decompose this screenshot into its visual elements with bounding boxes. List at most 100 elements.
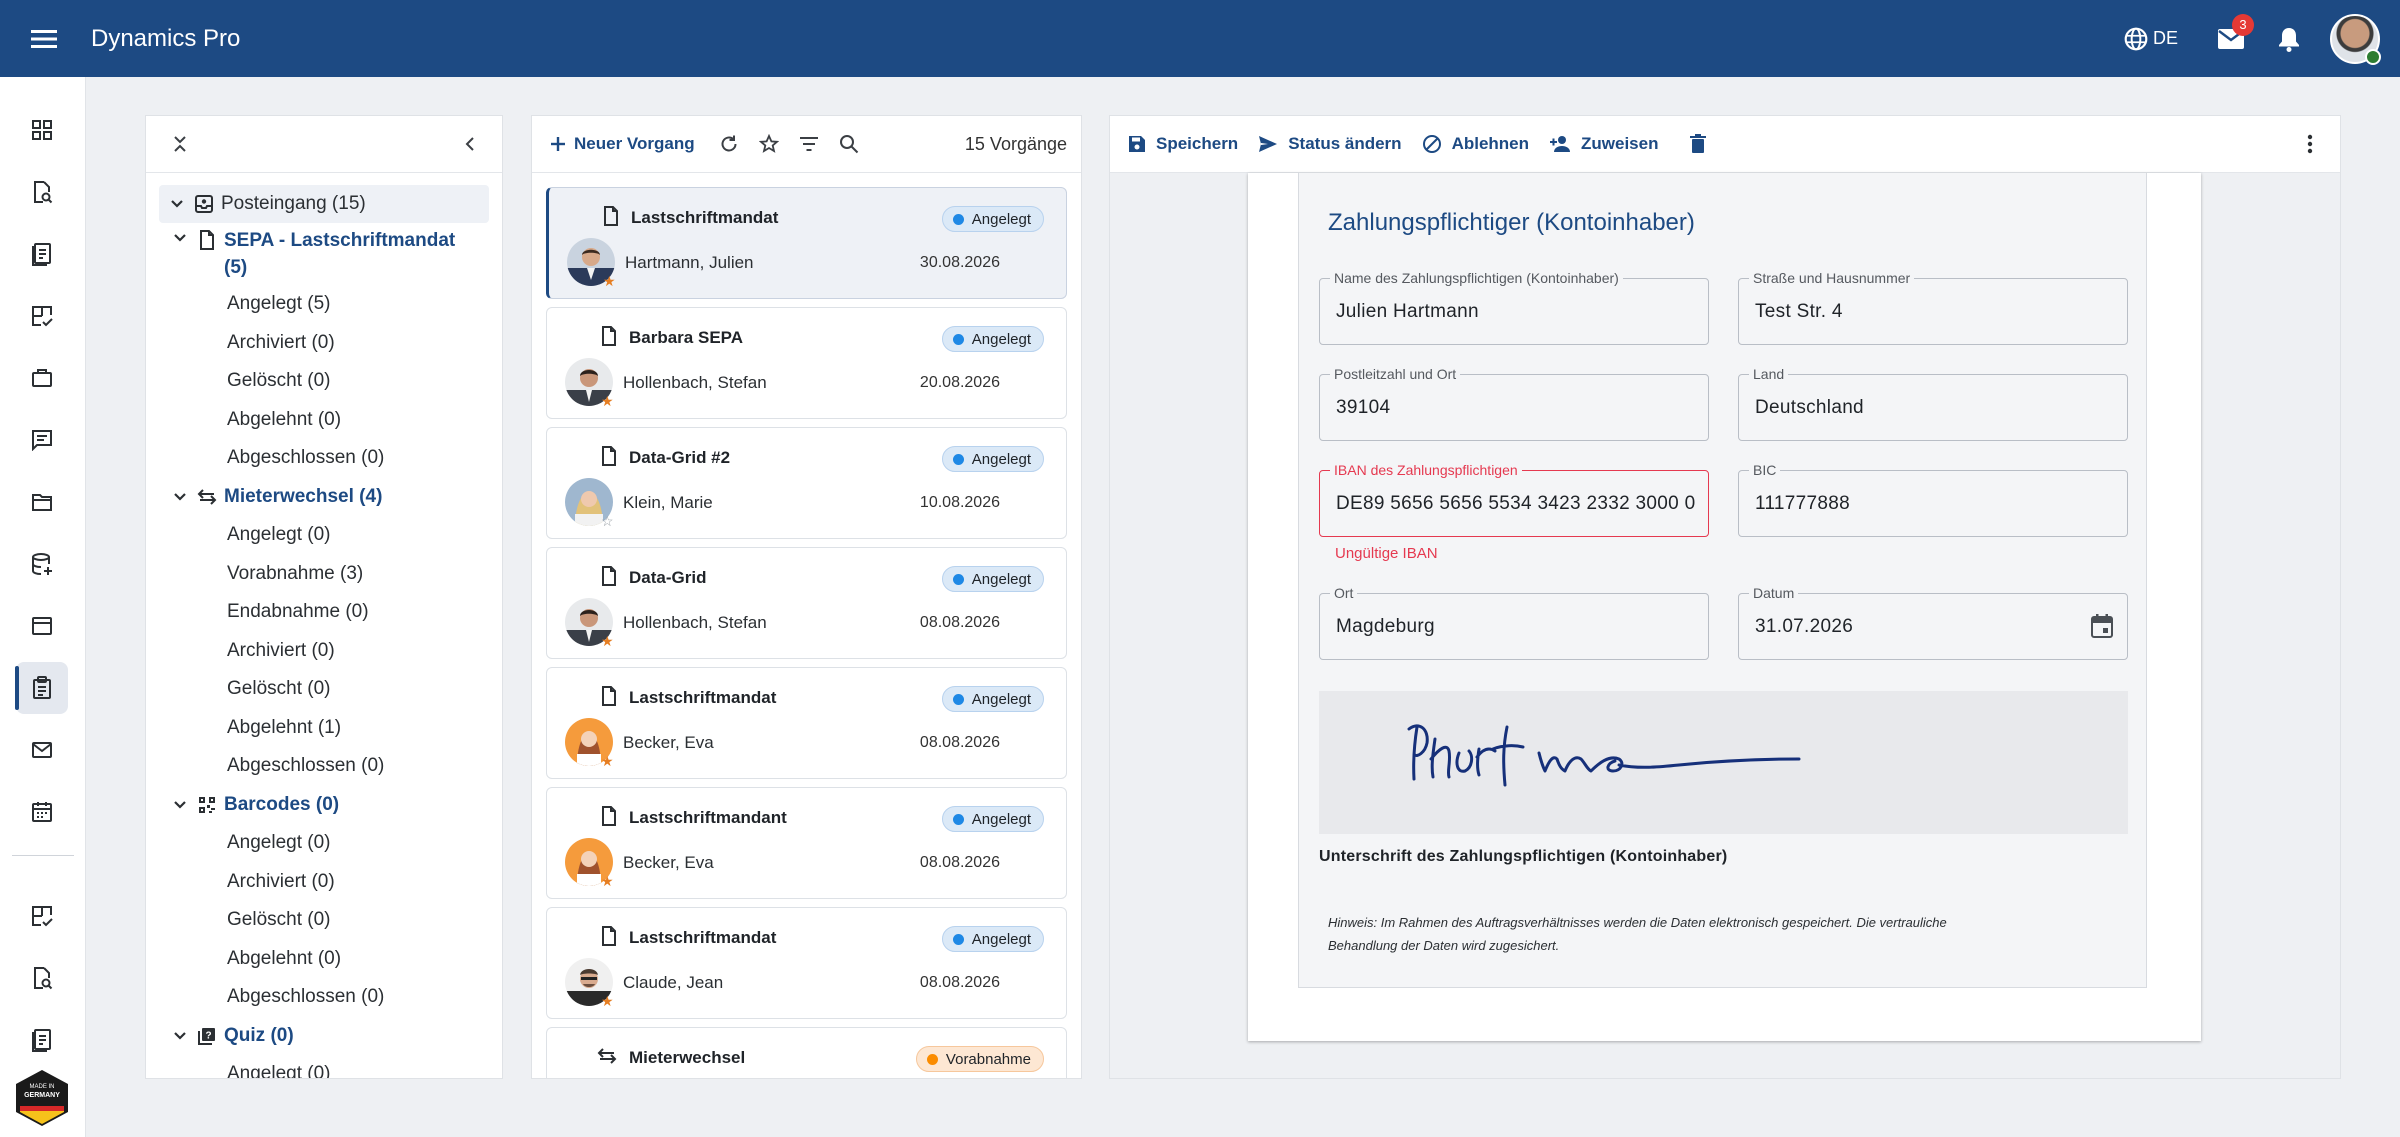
chevron-down-icon[interactable] [166,233,194,243]
case-card[interactable]: Mieterwechsel Vorabnahme [546,1027,1067,1078]
iban-field[interactable]: IBAN des Zahlungspflichtigen DE89 5656 5… [1319,462,1709,537]
tree-item[interactable]: Angelegt (5) [146,285,502,324]
svg-text:?: ? [205,1030,211,1041]
tree-item[interactable]: Abgelehnt (0) [146,401,502,440]
star-icon[interactable]: ★ [601,754,614,768]
dashboard-nav[interactable] [16,104,68,156]
case-card[interactable]: Barbara SEPA Angelegt ★ Hollenbach, Stef… [546,307,1067,419]
new-case-button[interactable]: Neuer Vorgang [550,134,695,154]
tree-item[interactable]: Abgelehnt (1) [146,709,502,748]
bic-field[interactable]: BIC 111777888 [1738,462,2128,537]
tree-item[interactable]: Angelegt (0) [146,824,502,863]
star-icon[interactable]: ★ [601,874,614,888]
city-field[interactable]: Ort Magdeburg [1319,585,1709,660]
database-nav[interactable] [16,538,68,590]
chevron-down-icon[interactable] [166,1031,194,1041]
tree-item[interactable]: Abgeschlossen (0) [146,747,502,786]
user-avatar[interactable] [2330,13,2381,65]
tree-item[interactable]: Gelöscht (0) [146,670,502,709]
tree-item[interactable]: Archiviert (0) [146,324,502,363]
case-person: Hollenbach, Stefan [623,373,767,392]
tree-group-mieterwechsel[interactable]: Mieterwechsel (4) [146,478,502,517]
tree-item[interactable]: Archiviert (0) [146,863,502,902]
tasks-nav-secondary[interactable] [16,890,68,942]
star-outline-icon[interactable]: ☆ [601,514,614,528]
person-add-icon [1550,136,1571,152]
document-viewer: Zahlungspflichtiger (Kontoinhaber) Name … [1110,173,2340,1078]
tree-item[interactable]: Vorabnahme (3) [146,555,502,594]
search-button[interactable] [829,124,869,164]
status-badge: Angelegt [941,326,1044,352]
calendar-icon[interactable] [2091,614,2113,638]
forms-nav-secondary[interactable] [16,1014,68,1066]
save-button[interactable]: Speichern [1128,134,1238,154]
tree-item[interactable]: Archiviert (0) [146,632,502,671]
tree-item[interactable]: Angelegt (0) [146,1055,502,1078]
chat-icon [32,430,52,451]
case-date: 10.08.2026 [919,494,1000,511]
swap-icon [194,489,220,505]
star-icon[interactable]: ★ [601,394,614,408]
collapse-all-button[interactable] [160,124,200,164]
tree-item[interactable]: Abgeschlossen (0) [146,978,502,1017]
menu-button[interactable] [0,0,87,77]
tree-group-quiz[interactable]: ? Quiz (0) [146,1017,502,1056]
date-field[interactable]: Datum 31.07.2026 [1738,585,2128,660]
refresh-button[interactable] [709,124,749,164]
case-date: 08.08.2026 [919,734,1000,751]
tree-item[interactable]: Angelegt (0) [146,516,502,555]
language-switcher[interactable]: DE [2123,26,2178,52]
forms-nav[interactable] [16,228,68,280]
svg-text:MADE IN: MADE IN [29,1084,54,1090]
tree-item[interactable]: Gelöscht (0) [146,901,502,940]
star-icon[interactable]: ★ [601,634,614,648]
mail-nav[interactable] [16,724,68,776]
country-field[interactable]: Land Deutschland [1738,366,2128,441]
files-nav[interactable] [16,476,68,528]
tree-group-sepa[interactable]: SEPA - Lastschriftmandat (5) [146,223,502,285]
case-card[interactable]: Lastschriftmandat Angelegt ★ Claude, Jea… [546,907,1067,1019]
chevron-down-icon[interactable] [163,199,191,209]
clipboard-nav[interactable] [15,662,68,714]
more-options-button[interactable] [2290,124,2330,164]
chevron-down-icon[interactable] [166,800,194,810]
delete-button[interactable] [1678,124,1718,164]
filter-button[interactable] [789,124,829,164]
tree-root-inbox[interactable]: Posteingang (15) [159,185,489,223]
calendar-nav[interactable] [16,786,68,838]
doc-search-nav[interactable] [16,166,68,218]
assign-button[interactable]: Zuweisen [1549,134,1658,154]
tree-item[interactable]: Abgelehnt (0) [146,940,502,979]
tree-item[interactable]: Gelöscht (0) [146,362,502,401]
tree-item[interactable]: Endabnahme (0) [146,593,502,632]
street-field[interactable]: Straße und Hausnummer Test Str. 4 [1738,270,2128,345]
collapse-panel-button[interactable] [450,124,490,164]
document-icon [602,806,616,826]
chevron-down-icon[interactable] [166,492,194,502]
case-card[interactable]: Lastschriftmandat Angelegt ★ Becker, Eva… [546,667,1067,779]
document-page: Zahlungspflichtiger (Kontoinhaber) Name … [1248,173,2201,1041]
star-icon[interactable]: ★ [601,994,614,1008]
notifications-button[interactable] [2260,10,2318,68]
case-card[interactable]: Lastschriftmandant Angelegt ★ Becker, Ev… [546,787,1067,899]
mail-button[interactable]: 3 [2202,10,2260,68]
tasks-nav[interactable] [16,290,68,342]
mail-badge: 3 [2232,13,2254,36]
zip-city-field[interactable]: Postleitzahl und Ort 39104 [1319,366,1709,441]
cases-nav[interactable] [16,352,68,404]
tree-group-barcodes[interactable]: Barcodes (0) [146,786,502,825]
case-card[interactable]: Data-Grid Angelegt ★ Hollenbach, Stefan … [546,547,1067,659]
payer-name-field[interactable]: Name des Zahlungspflichtigen (Kontoinhab… [1319,270,1709,345]
cards-nav[interactable] [16,600,68,652]
favorite-filter-button[interactable] [749,124,789,164]
messages-nav[interactable] [16,414,68,466]
swap-icon [597,1048,617,1064]
star-icon[interactable]: ★ [603,274,616,288]
change-status-button[interactable]: Status ändern [1258,134,1402,154]
case-card[interactable]: Lastschriftmandat Angelegt ★ Hartmann, J… [546,187,1067,299]
tree-item[interactable]: Abgeschlossen (0) [146,439,502,478]
signature-pad[interactable] [1319,691,2128,834]
doc-search-nav-secondary[interactable] [16,952,68,1004]
reject-button[interactable]: Ablehnen [1422,134,1529,154]
case-card[interactable]: Data-Grid #2 Angelegt ☆ Klein, Marie 10.… [546,427,1067,539]
